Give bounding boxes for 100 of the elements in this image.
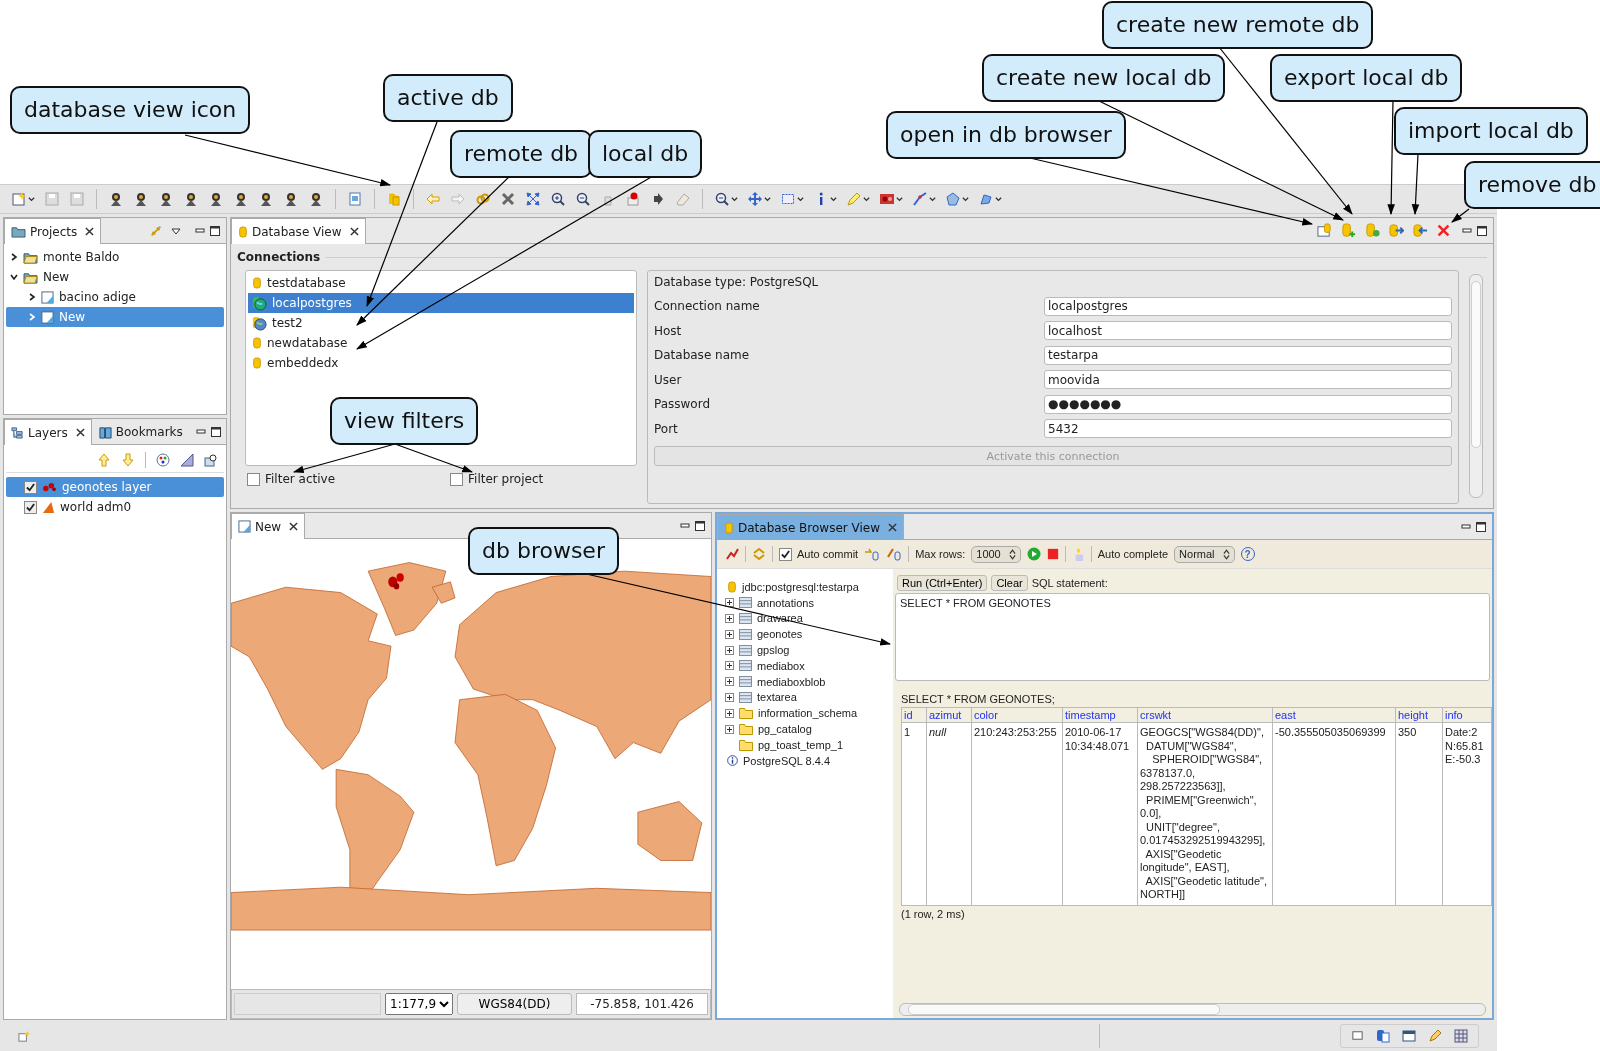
cross-icon[interactable] [500,191,516,207]
tree-item[interactable]: bacino adige [6,287,224,307]
expand-icon[interactable] [725,724,734,734]
max-rows-spinner[interactable]: 1000 [971,545,1021,563]
globe-figure-icon[interactable] [158,191,174,207]
spinner-arrows-icon[interactable] [1008,548,1016,560]
zoom-out-icon[interactable] [575,191,591,207]
minimize-icon[interactable] [195,426,206,437]
palette-icon[interactable] [156,453,170,467]
caret-icon[interactable] [962,195,969,203]
tree-item[interactable]: pg_catalog [721,721,889,737]
expand-icon[interactable] [725,677,734,687]
connection-item[interactable]: test2 [248,313,634,333]
scale-dropdown[interactable]: 1:177,9 [385,993,453,1015]
scrollbar[interactable] [1469,274,1483,498]
tree-item[interactable]: monte Baldo [6,247,224,267]
column-header[interactable]: timestamp [1062,707,1138,723]
crs-button[interactable]: WGS84(DD) [457,993,572,1015]
select-icon[interactable] [780,191,796,207]
close-icon[interactable] [75,428,85,437]
auto-complete-dropdown[interactable]: Normal [1174,545,1235,563]
expand-icon[interactable] [725,661,734,671]
polygon-icon[interactable] [945,191,961,207]
commit-icon[interactable] [864,547,881,561]
column-header[interactable]: color [971,707,1063,723]
globe-figure-icon[interactable] [308,191,324,207]
zoom-layer-icon[interactable] [204,453,218,467]
connection-item[interactable]: newdatabase [248,333,634,353]
globe-figure-icon[interactable] [208,191,224,207]
minimize-icon[interactable] [1461,521,1471,532]
expand-icon[interactable] [725,708,734,718]
caret-icon[interactable] [863,195,870,203]
caret-icon[interactable] [830,195,837,203]
shape-icon[interactable] [978,191,994,207]
caret-icon[interactable] [28,195,35,203]
triangle-icon[interactable] [180,453,194,467]
expand-icon[interactable] [725,598,734,608]
column-header[interactable]: id [901,707,927,723]
layer-item[interactable]: world adm0 [6,497,224,517]
maximize-icon[interactable] [1476,521,1486,532]
filter-checkbox[interactable]: Filter active [247,472,335,486]
tree-item[interactable]: textarea [721,689,889,706]
tree-item[interactable]: information_schema [721,705,889,722]
move-icon[interactable] [747,191,763,207]
column-header[interactable]: crswkt [1137,707,1273,723]
text-field[interactable]: testarpa [1044,345,1452,365]
marker-icon[interactable] [879,191,895,207]
text-field[interactable]: moovida [1044,370,1452,390]
run-button[interactable]: Run (Ctrl+Enter) [897,575,988,591]
connection-item[interactable]: testdatabase [248,273,634,293]
tree-item[interactable]: PostgreSQL 8.4.4 [721,752,889,769]
tree-item[interactable]: jdbc:postgresql:testarpa [721,579,889,595]
maximize-icon[interactable] [210,426,221,437]
column-header[interactable]: east [1272,707,1396,723]
tree-item[interactable]: pg_toast_temp_1 [721,736,889,753]
chevron-right-icon[interactable] [28,293,36,301]
scrollbar[interactable] [899,1003,1486,1016]
database-icon[interactable] [1376,1029,1390,1043]
database-browser-tab[interactable]: Database Browser View [717,514,904,540]
connection-item[interactable]: localpostgres [248,293,634,313]
expand-icon[interactable] [725,692,734,702]
window-icon[interactable] [1402,1029,1416,1043]
minimize-icon[interactable] [680,520,690,531]
sql-editor[interactable]: SELECT * FROM GEONOTES [895,593,1490,681]
minimize-icon[interactable] [195,225,205,236]
close-icon[interactable] [289,522,299,531]
line-tool-icon[interactable] [912,191,928,207]
rollback-icon[interactable] [886,547,903,561]
maximize-icon[interactable] [695,520,705,531]
checkbox[interactable] [24,500,37,514]
filter-checkbox[interactable]: Filter project [450,472,544,486]
close-icon[interactable] [85,227,95,236]
new-window-icon[interactable] [18,1029,31,1043]
globe-figure-icon[interactable] [258,191,274,207]
tree-item[interactable]: mediaboxblob [721,673,889,690]
disconnect-icon[interactable] [725,547,739,561]
pencil-icon[interactable] [1428,1029,1442,1043]
caret-icon[interactable] [896,195,903,203]
tree-item[interactable]: mediabox [721,658,889,674]
column-header[interactable]: height [1395,707,1443,723]
column-header[interactable]: azimut [926,707,972,723]
text-field[interactable]: localhost [1044,321,1452,341]
connection-item[interactable]: embeddedx [248,353,634,373]
globe-figure-icon[interactable] [283,191,299,207]
globe-figure-icon[interactable] [183,191,199,207]
auto-commit-checkbox[interactable]: Auto commit [779,547,859,561]
tree-item[interactable]: gpslog [721,642,889,658]
caret-icon[interactable] [797,195,804,203]
database-view-tab[interactable]: Database View [231,218,366,244]
map-tab[interactable]: New [231,513,306,539]
globe-figure-icon[interactable] [108,191,124,207]
tree-item[interactable]: annotations [721,594,889,611]
maximize-icon[interactable] [210,225,220,236]
text-field[interactable]: ●●●●●●● [1044,394,1452,414]
caret-icon[interactable] [929,195,936,203]
expand-icon[interactable] [725,614,734,623]
projects-tab[interactable]: Projects [4,218,102,244]
text-field[interactable]: 5432 [1044,419,1452,439]
run-icon[interactable] [1026,547,1041,561]
checkbox[interactable] [24,480,37,494]
